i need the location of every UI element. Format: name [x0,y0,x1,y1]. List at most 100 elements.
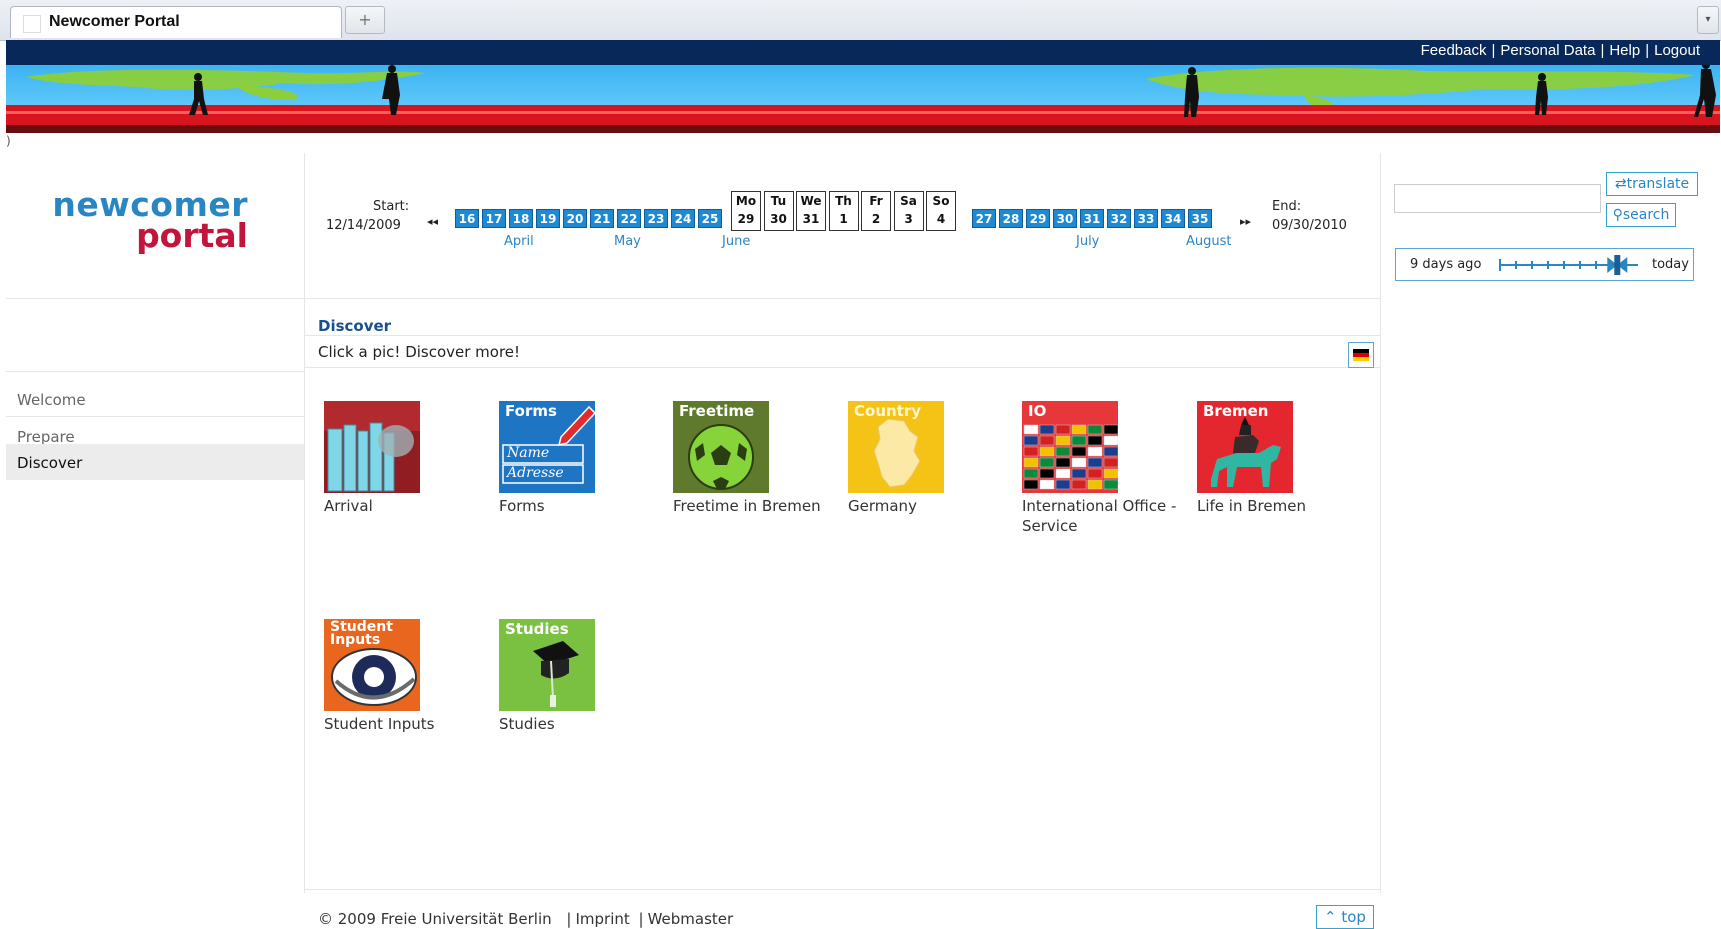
day-number: 3 [904,212,913,226]
international-office-label[interactable]: International Office - Service [1022,496,1190,536]
top-nav-links: Feedback | Personal Data | Help | Logout [1421,42,1700,59]
day-name: Fr [869,194,883,208]
timeline-previous-icon[interactable]: ◂◂ [427,215,438,228]
week-button[interactable]: 24 [671,209,695,228]
translate-button[interactable]: ⇄translate [1606,172,1698,196]
back-to-top-label: top [1341,908,1366,926]
week-button[interactable]: 34 [1161,209,1185,228]
new-tab-button[interactable]: + [345,6,385,34]
timeline-end-label: End: [1272,199,1302,214]
student-inputs-tile[interactable]: Student Inputs [324,619,420,711]
week-button[interactable]: 20 [563,209,587,228]
help-link[interactable]: Help [1609,42,1640,59]
favicon-icon [23,15,41,33]
forms-tile[interactable]: Forms Name Adresse [499,401,595,493]
page-subtitle: Click a pic! Discover more! [318,343,521,361]
life-in-bremen-label[interactable]: Life in Bremen [1197,496,1306,516]
header-banner [6,65,1720,133]
day-number: 30 [770,212,787,226]
slider-thumb[interactable] [1607,255,1628,275]
freetime-tile[interactable]: Freetime [673,401,769,493]
day-number: 29 [737,212,755,226]
world-map-banner-image [6,65,1720,133]
studies-label[interactable]: Studies [499,714,555,734]
copyright-text: © 2009 Freie Universität Berlin [318,910,552,928]
germany-label[interactable]: Germany [848,496,917,516]
day-button[interactable]: Sa 3 [893,191,924,231]
international-office-tile[interactable]: IO [1022,401,1118,493]
webmaster-link[interactable]: Webmaster [648,910,734,928]
month-label-july: July [1076,234,1100,249]
forms-address-text: Adresse [507,465,564,481]
day-name: Mo [735,194,757,208]
freetime-tile-header: Freetime [679,402,755,420]
day-button[interactable]: Tu 30 [763,191,794,231]
week-button[interactable]: 16 [455,209,479,228]
forms-label[interactable]: Forms [499,496,545,516]
feedback-link[interactable]: Feedback [1421,42,1487,59]
day-button[interactable]: Fr 2 [861,191,891,231]
logout-link[interactable]: Logout [1654,42,1700,59]
day-number: 4 [936,212,946,226]
week-button[interactable]: 27 [972,209,996,228]
day-button[interactable]: So 4 [926,191,956,231]
forms-name-text: Name [507,445,550,461]
country-tile-header: Country [854,402,922,420]
week-button[interactable]: 21 [590,209,614,228]
imprint-link[interactable]: Imprint [575,910,629,928]
month-label-june: June [722,234,751,249]
week-button[interactable]: 23 [644,209,668,228]
student-inputs-label[interactable]: Student Inputs [324,714,434,734]
browser-tab-bar: Newcomer Portal + ▾ [0,0,1721,41]
page-title: Discover [318,317,392,335]
personal-data-link[interactable]: Personal Data [1500,42,1595,59]
separator: | [638,910,644,928]
slider-left-label: 9 days ago [1410,257,1482,272]
week-button[interactable]: 28 [999,209,1023,228]
month-label-april: April [504,234,534,249]
week-button[interactable]: 35 [1188,209,1212,228]
nav-top-divider [6,371,304,372]
day-name: Th [835,194,852,208]
week-button[interactable]: 22 [617,209,641,228]
arrival-tile[interactable] [324,401,420,493]
week-button[interactable]: 29 [1026,209,1050,228]
time-slider[interactable]: 9 days ago today [1395,248,1694,281]
week-button[interactable]: 19 [536,209,560,228]
browser-tab[interactable]: Newcomer Portal [10,6,342,38]
studies-tile-header: Studies [505,620,569,638]
tab-list-dropdown-button[interactable]: ▾ [1697,6,1719,34]
studies-tile[interactable]: Studies [499,619,595,711]
column-divider-left [304,153,305,893]
week-button[interactable]: 18 [509,209,533,228]
day-number: 1 [839,212,848,226]
freetime-label[interactable]: Freetime in Bremen [673,496,821,516]
arrival-label[interactable]: Arrival [324,496,373,516]
german-language-button[interactable] [1348,342,1374,368]
back-to-top-button[interactable]: ⌃ top [1316,905,1374,929]
week-button[interactable]: 30 [1053,209,1077,228]
logo-portal-text[interactable]: portal [50,219,248,253]
stray-text: ) [6,134,11,148]
day-button[interactable]: Mo 29 [731,191,761,231]
forms-tile-header: Forms [505,402,557,420]
search-input[interactable] [1394,184,1601,213]
student-inputs-tile-header: Student Inputs [330,619,393,648]
slider-track[interactable] [1498,255,1640,275]
nav-item-discover[interactable]: Discover [6,444,304,480]
week-button[interactable]: 31 [1080,209,1104,228]
day-button[interactable]: We 31 [796,191,826,231]
bremen-tile[interactable]: Bremen [1197,401,1293,493]
week-button[interactable]: 25 [698,209,722,228]
germany-tile[interactable]: Country [848,401,944,493]
day-button[interactable]: Th 1 [828,191,859,231]
nav-item-welcome[interactable]: Welcome [6,381,304,417]
search-button[interactable]: ⚲search [1606,203,1676,227]
timeline-start-date: 12/14/2009 [326,218,401,233]
week-button[interactable]: 17 [482,209,506,228]
header-divider [6,298,1380,299]
timeline-next-icon[interactable]: ▸▸ [1240,215,1251,228]
week-button[interactable]: 32 [1107,209,1131,228]
week-button[interactable]: 33 [1134,209,1158,228]
month-label-may: May [614,234,641,249]
